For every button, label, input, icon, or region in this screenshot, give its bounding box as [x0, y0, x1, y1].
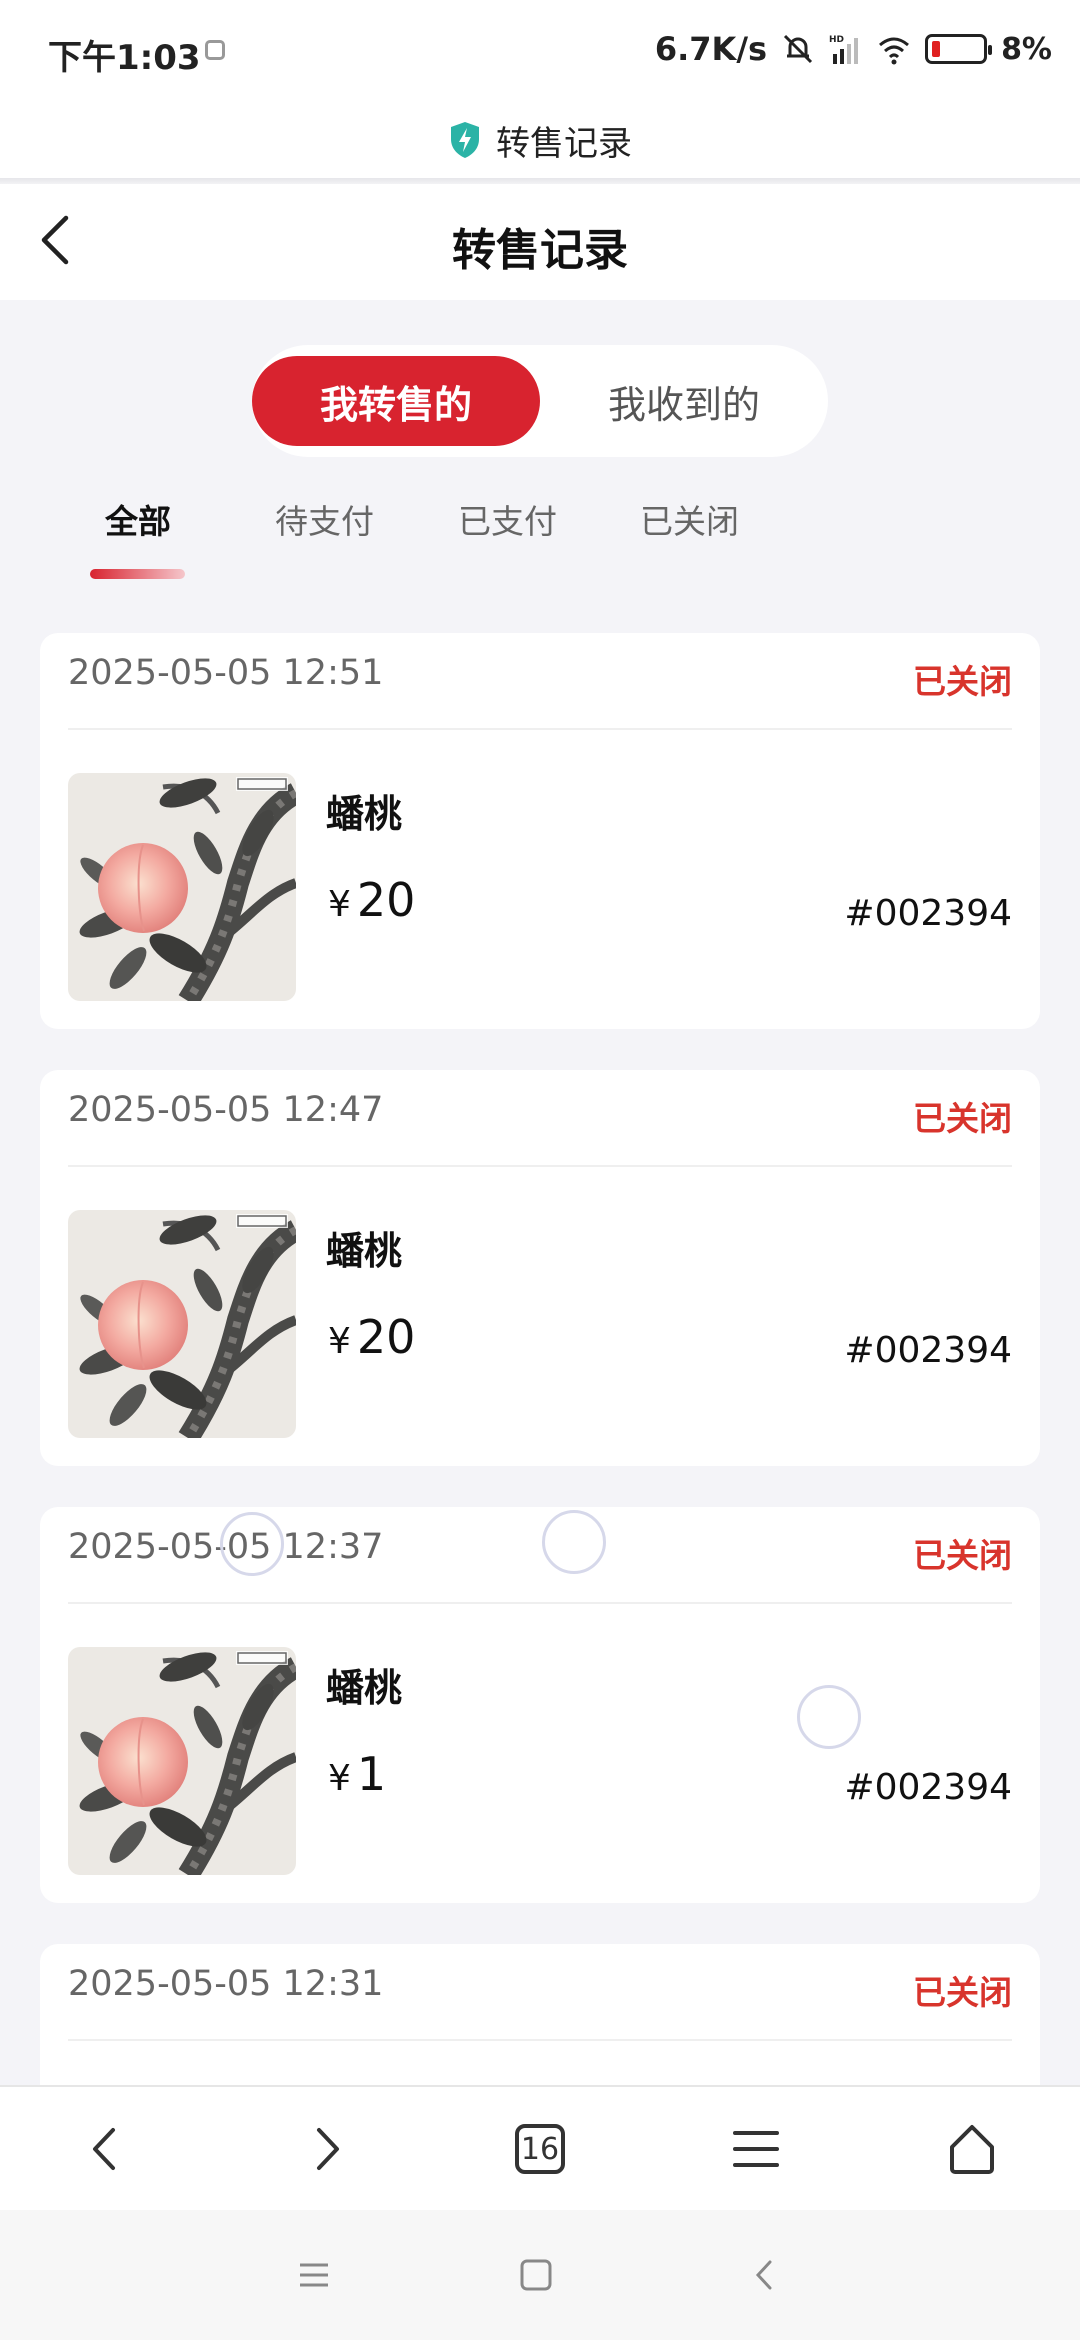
menu-icon[interactable]	[716, 2109, 796, 2189]
bell-muted-icon	[784, 34, 813, 64]
serial-number: #002394	[844, 1767, 1012, 1808]
battery-icon	[925, 34, 993, 64]
product-name: 蟠桃	[326, 1229, 403, 1273]
order-status: 已关闭	[913, 1536, 1012, 1575]
status-bar: 下午1:03 6.7K/s HD 8%	[0, 0, 1080, 100]
currency-symbol: ¥	[328, 1758, 351, 1799]
app-title: 转售记录	[496, 123, 632, 164]
product-name: 蟠桃	[326, 792, 403, 836]
touch-indicator	[542, 1510, 606, 1574]
browser-toolbar: 16	[0, 2085, 1080, 2210]
order-time: 2025-05-05 12:47	[68, 1090, 384, 1130]
tab-pending-payment[interactable]: 待支付	[275, 495, 374, 543]
product-price: ¥20	[328, 873, 415, 927]
home-icon[interactable]	[506, 2245, 566, 2305]
forward-icon[interactable]	[286, 2109, 366, 2189]
order-time: 2025-05-05 12:31	[68, 1964, 384, 2004]
menu-icon[interactable]	[284, 2245, 344, 2305]
divider	[68, 1165, 1012, 1167]
product-price: ¥1	[328, 1747, 386, 1801]
product-price: ¥20	[328, 1310, 415, 1364]
product-image	[68, 1647, 296, 1875]
segment-my-resale[interactable]: 我转售的	[252, 356, 540, 446]
segment-control: 我转售的 我收到的	[252, 345, 828, 457]
segment-received[interactable]: 我收到的	[540, 356, 828, 446]
tab-active-indicator	[90, 569, 185, 579]
page-header: 转售记录	[0, 184, 1080, 300]
touch-indicator	[797, 1685, 861, 1749]
status-time: 下午1:03	[48, 38, 201, 78]
home-icon[interactable]	[932, 2109, 1012, 2189]
order-card[interactable]: 2025-05-05 12:51 已关闭 蟠桃 ¥20 #002394	[40, 633, 1040, 1029]
serial-number: #002394	[844, 1330, 1012, 1371]
network-speed: 6.7K/s	[654, 30, 768, 68]
currency-symbol: ¥	[328, 884, 351, 925]
wifi-icon	[879, 37, 910, 65]
order-status: 已关闭	[913, 662, 1012, 701]
battery-percent: 8%	[1001, 31, 1052, 67]
network-type-label: HD	[829, 35, 844, 45]
signal-icon: HD	[829, 35, 859, 64]
notification-icon	[205, 40, 225, 60]
order-card[interactable]: 2025-05-05 12:47 已关闭 蟠桃 ¥20 #002394	[40, 1070, 1040, 1466]
product-image	[68, 1210, 296, 1438]
back-icon[interactable]	[66, 2109, 146, 2189]
tab-paid[interactable]: 已支付	[458, 495, 557, 543]
price-value: 20	[356, 1310, 416, 1364]
product-name: 蟠桃	[326, 1666, 403, 1710]
tab-all[interactable]: 全部	[105, 495, 171, 543]
price-value: 1	[356, 1747, 387, 1801]
divider	[68, 1602, 1012, 1604]
divider	[68, 728, 1012, 730]
tabs-icon[interactable]: 16	[500, 2109, 580, 2189]
status-right-group: 6.7K/s HD 8%	[655, 30, 1052, 68]
order-card[interactable]: 2025-05-05 12:31 已关闭	[40, 1944, 1040, 2104]
system-nav-bar	[0, 2210, 1080, 2340]
order-status: 已关闭	[913, 1973, 1012, 2012]
divider	[68, 2039, 1012, 2041]
tab-closed[interactable]: 已关闭	[640, 495, 739, 543]
price-value: 20	[356, 873, 416, 927]
order-card[interactable]: 2025-05-05 12:37 已关闭 蟠桃 ¥1 #002394	[40, 1507, 1040, 1903]
filter-tabs: 全部 待支付 已支付 已关闭	[0, 495, 1080, 595]
back-icon[interactable]	[735, 2245, 795, 2305]
serial-number: #002394	[844, 893, 1012, 934]
app-title-bar: 转售记录	[0, 100, 1080, 180]
order-time: 2025-05-05 12:51	[68, 653, 384, 693]
order-status: 已关闭	[913, 1099, 1012, 1138]
page-title: 转售记录	[452, 225, 628, 276]
shield-icon	[451, 122, 479, 158]
tab-count: 16	[515, 2124, 565, 2174]
product-image	[68, 773, 296, 1001]
currency-symbol: ¥	[328, 1321, 351, 1362]
touch-indicator	[220, 1512, 284, 1576]
